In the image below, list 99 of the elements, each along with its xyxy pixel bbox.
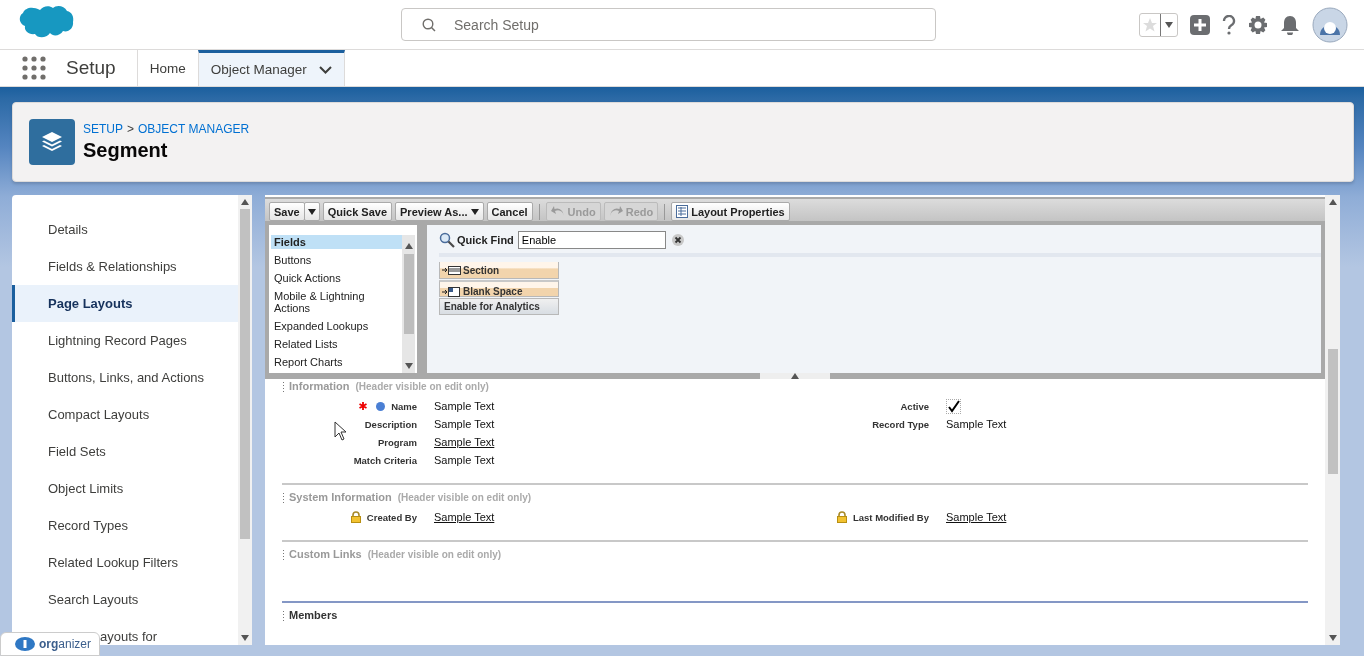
palette-item[interactable]: Blank Space: [439, 280, 559, 297]
help-icon[interactable]: [1222, 14, 1236, 35]
field-link[interactable]: Sample Text: [434, 511, 495, 523]
field-label: Match Criteria: [353, 454, 417, 466]
caret-icon: [307, 208, 316, 215]
search-icon: [439, 232, 455, 248]
quick-find-field[interactable]: Enable: [517, 231, 666, 249]
palette-item[interactable]: Enable for Analytics: [439, 298, 559, 315]
field-label: Program: [377, 436, 417, 448]
scroll-up-icon[interactable]: [1328, 199, 1337, 205]
toolbar-button[interactable]: Quick Save: [322, 202, 393, 221]
search-field[interactable]: Search Setup: [401, 8, 936, 41]
lock-icon: [350, 511, 361, 523]
scrollbar-thumb[interactable]: [403, 254, 414, 334]
sidebar-item[interactable]: Related Lookup Filters: [12, 544, 238, 581]
toolbar-button[interactable]: Layout Properties: [671, 202, 790, 221]
field-label: Active: [900, 400, 929, 412]
section-note: (Header visible on edit only): [397, 491, 532, 503]
checkbox[interactable]: [946, 398, 961, 414]
sidebar-item[interactable]: Search Layouts: [12, 581, 238, 618]
field-label: Name: [391, 400, 417, 412]
sidebar-item[interactable]: Compact Layouts: [12, 396, 238, 433]
category-item[interactable]: Related Lists: [271, 337, 402, 351]
sidebar-item[interactable]: Fields & Relationships: [12, 248, 238, 285]
sidebar-item[interactable]: Page Layouts: [12, 285, 238, 322]
breadcrumb-link[interactable]: OBJECT MANAGER: [138, 122, 250, 136]
sidebar-item[interactable]: Lightning Record Pages: [12, 322, 238, 359]
page-title: Segment: [83, 139, 169, 162]
scroll-down-icon[interactable]: [241, 635, 249, 641]
sidebar-item[interactable]: Details: [12, 211, 238, 248]
palette-item[interactable]: Section: [439, 262, 559, 279]
field-value: Sample Text: [946, 418, 1007, 430]
field-label: Record Type: [872, 418, 929, 430]
field-value: Sample Text: [434, 454, 495, 466]
scroll-up-icon[interactable]: [404, 243, 413, 249]
caret-icon: [470, 208, 479, 215]
field-link[interactable]: Sample Text: [434, 436, 495, 448]
organizer-label: organizer: [39, 637, 92, 651]
field-link[interactable]: Sample Text: [946, 511, 1007, 523]
scrollbar[interactable]: [1325, 195, 1340, 645]
plus-icon[interactable]: [1190, 14, 1210, 35]
field-label: Last Modified By: [853, 511, 929, 523]
avatar[interactable]: [1312, 6, 1348, 43]
search-icon: [422, 18, 436, 32]
collapse-handle[interactable]: [760, 373, 830, 379]
sidebar-item[interactable]: Buttons, Links, and Actions: [12, 359, 238, 396]
field-value: Sample Text: [434, 400, 495, 412]
sidebar-item[interactable]: Field Sets: [12, 433, 238, 470]
scrollbar-thumb[interactable]: [1327, 349, 1338, 474]
section-note: (Header visible on edit only): [367, 548, 502, 560]
category-item[interactable]: Buttons: [271, 253, 402, 267]
layers-icon: [29, 119, 75, 165]
category-item[interactable]: Mobile & Lightning Actions: [271, 289, 402, 315]
toolbar-button[interactable]: Cancel: [486, 202, 533, 221]
save-button[interactable]: Save: [269, 202, 305, 221]
app-launcher-icon[interactable]: [22, 56, 46, 80]
category-item[interactable]: Expanded Lookups: [271, 319, 402, 333]
lock-icon: [837, 511, 847, 523]
sidebar-item[interactable]: Object Limits: [12, 470, 238, 507]
sidebar-item[interactable]: Record Types: [12, 507, 238, 544]
organizer-tab[interactable]: organizer: [0, 632, 100, 656]
undo-icon: [550, 206, 565, 217]
field-label: Created By: [366, 511, 417, 523]
table-icon: [676, 205, 689, 218]
scrollbar[interactable]: [238, 195, 252, 645]
scroll-down-icon[interactable]: [404, 363, 413, 369]
section-title: Custom Links: [289, 548, 362, 560]
nav-tab[interactable]: Object Manager: [197, 50, 345, 86]
scroll-down-icon[interactable]: [1328, 635, 1337, 641]
sidebar-item[interactable]: ayouts for: [97, 618, 238, 645]
scroll-up-icon[interactable]: [241, 199, 249, 205]
category-item[interactable]: Quick Actions: [271, 271, 402, 285]
caret-icon[interactable]: [1165, 21, 1173, 28]
cloud-icon: [15, 637, 35, 651]
section-title: System Information: [289, 491, 392, 503]
scrollbar-thumb[interactable]: [240, 209, 250, 539]
app-name: Setup: [66, 57, 116, 79]
star-icon: [1143, 17, 1157, 32]
redo-icon: [608, 206, 623, 217]
field-label: Description: [364, 418, 417, 430]
field-value: Sample Text: [434, 418, 495, 430]
settings-icon[interactable]: [1248, 14, 1268, 35]
breadcrumb-separator: >: [127, 122, 135, 136]
category-item[interactable]: Report Charts: [271, 355, 402, 369]
quick-find-label: Quick Find: [457, 234, 514, 246]
notifications-icon[interactable]: [1280, 14, 1300, 35]
category-item[interactable]: Fields: [271, 235, 402, 249]
section-title: Information: [289, 380, 350, 392]
cursor-icon: [334, 421, 347, 441]
preview-button[interactable]: Preview As...: [395, 202, 484, 221]
scrollbar[interactable]: [402, 235, 415, 373]
add-section-icon: [442, 265, 461, 275]
clear-icon[interactable]: [671, 234, 684, 246]
chevron-icon: [318, 65, 332, 74]
breadcrumb-link[interactable]: SETUP: [83, 122, 123, 136]
section-title: Members: [289, 609, 338, 621]
section-note: (Header visible on edit only): [355, 380, 489, 392]
favorites-button[interactable]: [1139, 12, 1178, 37]
add-blank-icon: [442, 286, 461, 297]
